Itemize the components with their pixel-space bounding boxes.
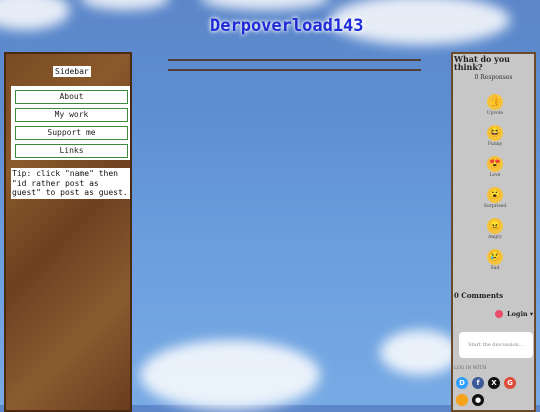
reaction-angry[interactable]: 😠 Angry (475, 218, 515, 240)
about-button[interactable]: About (15, 90, 128, 104)
comments-panel: What do you think? 0 Responses 👍 Upvote … (451, 52, 536, 412)
google-login-icon[interactable]: G (504, 377, 516, 389)
apple-login-icon[interactable]: ● (472, 394, 484, 406)
reaction-love[interactable]: 😍 Love (475, 156, 515, 178)
discussion-input[interactable]: Start the discussion… (459, 332, 533, 358)
surprised-face-icon: 😮 (487, 187, 503, 203)
sad-face-icon: 😢 (487, 249, 503, 265)
sidebar-tip: Tip: click "name" then "id rather post a… (11, 168, 130, 199)
divider (168, 69, 421, 71)
sidebar-menu: About My work Support me Links (11, 86, 130, 160)
reaction-upvote[interactable]: 👍 Upvote (475, 94, 515, 116)
reaction-label: Love (489, 173, 501, 178)
comments-title: What do you think? (454, 54, 510, 72)
reaction-funny[interactable]: 😆 Funny (475, 125, 515, 147)
login-button[interactable]: Login ▾ (507, 310, 533, 318)
divider (168, 59, 421, 61)
responses-count: 0 Responses (474, 74, 513, 81)
heart-eyes-face-icon: 😍 (487, 156, 503, 172)
laughing-face-icon: 😆 (487, 125, 503, 141)
my-work-button[interactable]: My work (15, 108, 128, 122)
reaction-label: Surprised (483, 204, 507, 209)
reaction-sad[interactable]: 😢 Sad (475, 249, 515, 271)
microsoft-login-icon[interactable] (456, 394, 468, 406)
cloud (200, 0, 330, 10)
links-button[interactable]: Links (15, 144, 128, 158)
cloud (140, 340, 320, 410)
cloud (80, 0, 170, 10)
disqus-icon (495, 310, 503, 318)
reaction-label: Upvote (486, 111, 504, 116)
x-login-icon[interactable]: X (488, 377, 500, 389)
log-in-with-label: LOG IN WITH (454, 366, 487, 371)
reaction-surprised[interactable]: 😮 Surprised (475, 187, 515, 209)
facebook-login-icon[interactable]: f (472, 377, 484, 389)
angry-face-icon: 😠 (487, 218, 503, 234)
reaction-label: Angry (488, 235, 502, 240)
sidebar: Sidebar About My work Support me Links T… (4, 52, 132, 412)
thumbs-up-icon: 👍 (487, 94, 503, 110)
reaction-label: Funny (487, 142, 503, 147)
sidebar-title: Sidebar (53, 66, 91, 77)
support-me-button[interactable]: Support me (15, 126, 128, 140)
reaction-label: Sad (490, 266, 500, 271)
disqus-login-icon[interactable]: D (456, 377, 468, 389)
site-title: Derpoverload143 (210, 16, 364, 36)
cloud (0, 0, 70, 30)
comments-count: 0 Comments (454, 291, 504, 300)
cloud (380, 330, 460, 375)
